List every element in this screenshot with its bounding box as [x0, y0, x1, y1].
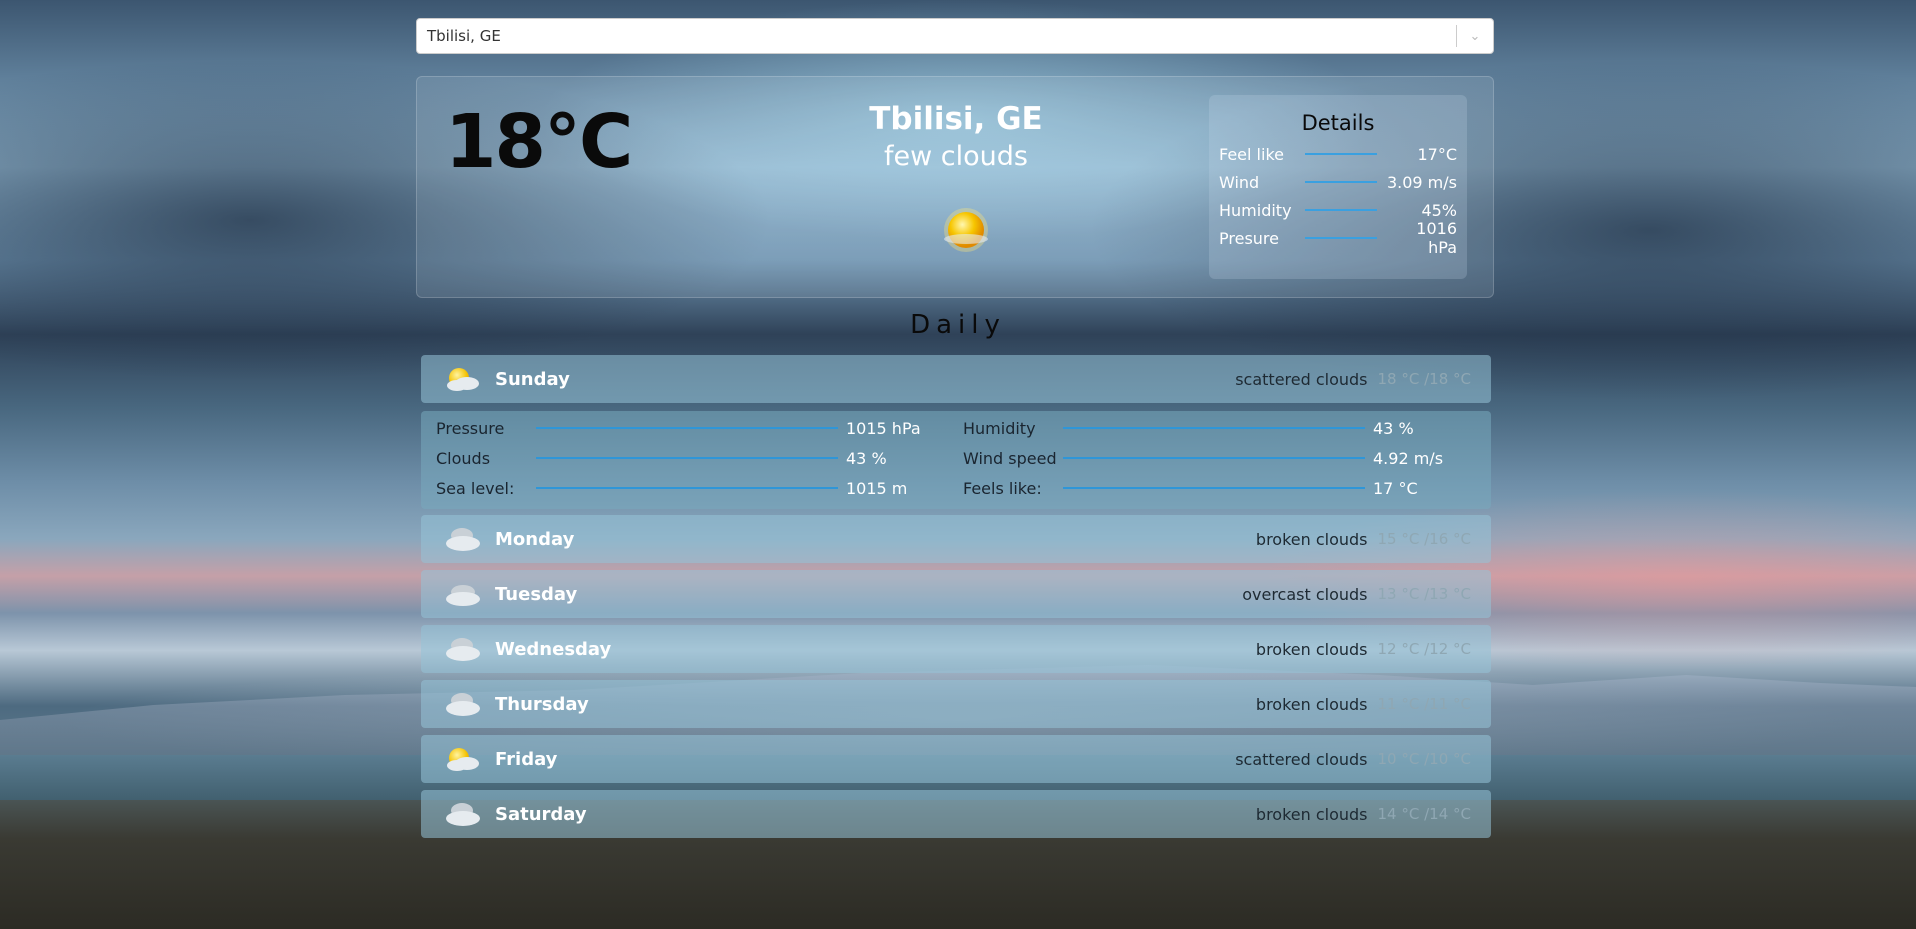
- day-condition: scattered clouds: [1235, 369, 1368, 389]
- day-detail-wind-speed: Wind speed 4.92 m/s: [963, 445, 1443, 471]
- current-weather-card: 18°C Tbilisi, GE few clouds Details Feel…: [416, 76, 1494, 298]
- day-detail-divider: [536, 427, 838, 429]
- day-minmax: 12 °C /12 °C: [1377, 640, 1471, 658]
- detail-row-feel-like: Feel like 17°C: [1219, 143, 1457, 165]
- day-detail-label: Humidity: [963, 418, 1036, 438]
- day-detail-divider: [1063, 487, 1365, 489]
- broken-clouds-icon: [443, 634, 483, 664]
- city-search-select[interactable]: Tbilisi, GE ⌄: [416, 18, 1494, 54]
- day-condition: overcast clouds: [1242, 584, 1368, 604]
- day-detail-divider: [536, 487, 838, 489]
- day-detail-divider: [536, 457, 838, 459]
- detail-row-wind: Wind 3.09 m/s: [1219, 171, 1457, 193]
- city-search-value[interactable]: Tbilisi, GE: [417, 27, 1456, 45]
- day-detail-divider: [1063, 427, 1365, 429]
- day-name: Tuesday: [495, 583, 578, 605]
- day-detail-value: 17 °C: [1373, 478, 1418, 498]
- detail-value: 45%: [1421, 200, 1457, 220]
- day-name: Saturday: [495, 803, 587, 825]
- detail-label: Humidity: [1219, 200, 1292, 220]
- detail-label: Wind: [1219, 172, 1260, 192]
- day-minmax: 14 °C /14 °C: [1377, 805, 1471, 823]
- day-row-saturday[interactable]: Saturday broken clouds 14 °C /14 °C: [421, 790, 1491, 838]
- day-detail-label: Wind speed: [963, 448, 1057, 468]
- day-name: Monday: [495, 528, 575, 550]
- day-detail-value: 1015 m: [846, 478, 908, 498]
- day-row-sunday[interactable]: Sunday scattered clouds 18 °C /18 °C: [421, 355, 1491, 403]
- detail-value: 3.09 m/s: [1386, 172, 1457, 192]
- detail-divider: [1305, 209, 1377, 211]
- day-detail-pressure: Pressure 1015 hPa: [436, 415, 921, 441]
- day-name: Friday: [495, 748, 558, 770]
- details-panel: Details Feel like 17°C Wind 3.09 m/s Hum…: [1209, 95, 1467, 279]
- day-detail-humidity: Humidity 43 %: [963, 415, 1414, 441]
- day-condition: broken clouds: [1255, 804, 1368, 824]
- day-row-monday[interactable]: Monday broken clouds 15 °C /16 °C: [421, 515, 1491, 563]
- day-detail-sea-level: Sea level: 1015 m: [436, 475, 907, 501]
- detail-divider: [1305, 237, 1377, 239]
- chevron-down-icon[interactable]: ⌄: [1457, 19, 1493, 53]
- day-condition: scattered clouds: [1235, 749, 1368, 769]
- day-detail-value: 43 %: [846, 448, 887, 468]
- detail-label: Presure: [1219, 228, 1279, 248]
- broken-clouds-icon: [443, 689, 483, 719]
- day-condition: broken clouds: [1255, 639, 1368, 659]
- day-minmax: 10 °C /10 °C: [1377, 750, 1471, 768]
- day-minmax: 13 °C /13 °C: [1377, 585, 1471, 603]
- detail-divider: [1305, 153, 1377, 155]
- day-detail-feels-like: Feels like: 17 °C: [963, 475, 1418, 501]
- day-detail-value: 4.92 m/s: [1373, 448, 1444, 468]
- day-detail-clouds: Clouds 43 %: [436, 445, 887, 471]
- details-title: Details: [1301, 111, 1375, 135]
- broken-clouds-icon: [443, 799, 483, 829]
- detail-value: 17°C: [1417, 144, 1457, 164]
- day-row-friday[interactable]: Friday scattered clouds 10 °C /10 °C: [421, 735, 1491, 783]
- detail-row-humidity: Humidity 45%: [1219, 199, 1457, 221]
- day-minmax: 18 °C /18 °C: [1377, 370, 1471, 388]
- day-detail-label: Feels like:: [963, 478, 1042, 498]
- day-detail-divider: [1063, 457, 1365, 459]
- day-details-sunday: Pressure 1015 hPa Clouds 43 % Sea level:…: [421, 411, 1491, 509]
- day-row-thursday[interactable]: Thursday broken clouds 11 °C /11 °C: [421, 680, 1491, 728]
- daily-title: Daily: [910, 310, 1006, 340]
- detail-row-pressure: Presure 1016 hPa: [1219, 219, 1457, 257]
- day-detail-value: 1015 hPa: [846, 418, 921, 438]
- day-detail-label: Pressure: [436, 418, 505, 438]
- day-detail-label: Sea level:: [436, 478, 515, 498]
- detail-label: Feel like: [1219, 144, 1284, 164]
- day-minmax: 15 °C /16 °C: [1377, 530, 1471, 548]
- scattered-clouds-icon: [443, 744, 483, 774]
- day-name: Wednesday: [495, 638, 612, 660]
- day-row-wednesday[interactable]: Wednesday broken clouds 12 °C /12 °C: [421, 625, 1491, 673]
- day-minmax: 11 °C /11 °C: [1377, 695, 1471, 713]
- sun-icon: [941, 205, 991, 255]
- day-row-tuesday[interactable]: Tuesday overcast clouds 13 °C /13 °C: [421, 570, 1491, 618]
- day-detail-value: 43 %: [1373, 418, 1414, 438]
- day-condition: broken clouds: [1255, 694, 1368, 714]
- scattered-clouds-icon: [443, 364, 483, 394]
- detail-value: 1016 hPa: [1416, 219, 1457, 257]
- day-detail-label: Clouds: [436, 448, 491, 468]
- day-condition: broken clouds: [1255, 529, 1368, 549]
- day-name: Sunday: [495, 368, 570, 390]
- broken-clouds-icon: [443, 524, 483, 554]
- day-name: Thursday: [495, 693, 589, 715]
- overcast-clouds-icon: [443, 579, 483, 609]
- detail-divider: [1305, 181, 1377, 183]
